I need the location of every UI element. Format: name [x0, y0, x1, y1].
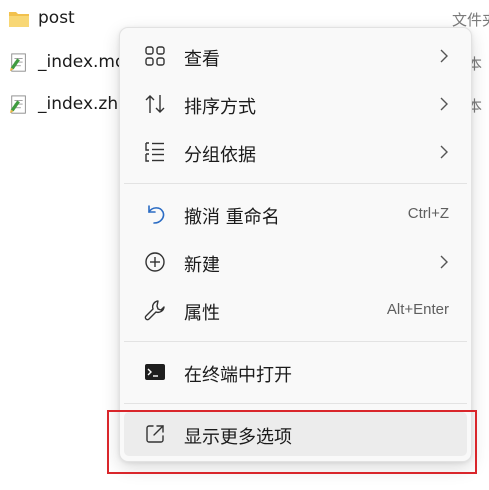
menu-item-label: 新建 — [184, 255, 220, 276]
context-menu: 查看 排序方式 分组依据 撤消 重命名 Ctrl+Z 新建 属性 Alt+Ent… — [119, 27, 472, 462]
menu-item-view[interactable]: 查看 — [124, 34, 467, 78]
chevron-right-icon — [440, 255, 448, 269]
chevron-right-icon — [440, 49, 448, 63]
file-name: _index.zh — [38, 94, 119, 114]
view-grid-icon — [145, 46, 165, 66]
menu-item-label: 分组依据 — [184, 145, 256, 166]
chevron-right-icon — [440, 97, 448, 111]
wrench-icon — [144, 300, 165, 321]
sort-icon — [145, 95, 165, 113]
shortcut-label: Alt+Enter — [386, 301, 449, 318]
menu-item-new[interactable]: 新建 — [124, 240, 467, 284]
menu-separator — [124, 341, 467, 342]
text-file-icon — [9, 53, 26, 72]
menu-separator — [124, 183, 467, 184]
shortcut-label: Ctrl+Z — [407, 205, 449, 222]
menu-item-label: 在终端中打开 — [184, 365, 292, 386]
group-by-icon — [145, 142, 164, 162]
menu-item-label: 属性 — [184, 303, 220, 324]
menu-item-label: 撤消 重命名 — [184, 207, 280, 228]
folder-icon — [9, 12, 29, 27]
menu-item-undo-rename[interactable]: 撤消 重命名 Ctrl+Z — [124, 192, 467, 236]
menu-item-sort-by[interactable]: 排序方式 — [124, 82, 467, 126]
chevron-right-icon — [440, 145, 448, 159]
file-name: _index.md — [38, 52, 126, 72]
menu-item-label: 排序方式 — [184, 97, 256, 118]
text-file-icon — [9, 95, 26, 114]
menu-item-properties[interactable]: 属性 Alt+Enter — [124, 288, 467, 332]
undo-icon — [148, 205, 165, 224]
menu-item-group-by[interactable]: 分组依据 — [124, 130, 467, 174]
terminal-icon — [145, 364, 165, 380]
menu-item-open-in-terminal[interactable]: 在终端中打开 — [124, 350, 467, 394]
highlight-box — [107, 410, 477, 474]
file-name: post — [38, 8, 75, 28]
new-plus-icon — [145, 252, 165, 272]
menu-item-label: 查看 — [184, 49, 220, 70]
menu-separator — [124, 403, 467, 404]
